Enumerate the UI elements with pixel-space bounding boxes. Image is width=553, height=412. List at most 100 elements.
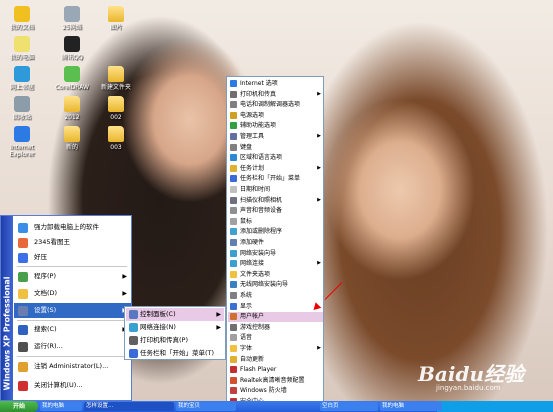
control-panel-item[interactable]: 打印机和传真 ▶ xyxy=(228,90,323,100)
control-panel-item[interactable]: 用户帐户 xyxy=(228,312,323,322)
start-menu-item[interactable]: 运行(R)... xyxy=(14,339,131,354)
settings-submenu-item[interactable]: 任务栏和「开始」菜单(T) xyxy=(126,347,224,360)
control-panel-item-icon xyxy=(230,228,237,236)
start-menu-item-icon xyxy=(18,362,28,372)
control-panel-item-label: 任务栏和「开始」菜单 xyxy=(240,175,301,183)
control-panel-item[interactable]: 电源选项 xyxy=(228,111,323,121)
control-panel-item-icon xyxy=(230,111,237,119)
settings-submenu-item[interactable]: 网络连接(N) ▶ xyxy=(126,321,224,334)
taskbar: 开始 我的电脑 怎样设置... 我的宝贝 空白页 我的电脑 xyxy=(0,401,553,412)
desktop-icon[interactable]: 003 xyxy=(96,126,136,151)
desktop-icon[interactable]: 腾讯QQ xyxy=(52,36,92,61)
control-panel-item[interactable]: Internet 选项 xyxy=(228,79,323,89)
control-panel-item[interactable]: 任务计划 ▶ xyxy=(228,164,323,174)
control-panel-item[interactable]: 无线网络安装向导 xyxy=(228,280,323,290)
control-panel-item[interactable]: 声音和音频设备 xyxy=(228,206,323,216)
taskbar-window-button[interactable]: 我的电脑 xyxy=(40,402,82,411)
start-menu-item[interactable]: 设置(S)▶ xyxy=(14,303,131,318)
desktop-icon-glyph xyxy=(64,36,80,52)
start-menu-item[interactable]: 搜索(C)▶ xyxy=(14,322,131,337)
control-panel-item-label: 打印机和传真 xyxy=(240,90,277,98)
control-panel-item[interactable]: 扫描仪和照相机 ▶ xyxy=(228,196,323,206)
settings-item-label: 网络连接(N) xyxy=(140,323,176,331)
control-panel-item[interactable]: Realtek高清晰音频配置 xyxy=(228,376,323,386)
control-panel-item[interactable]: 网络安装向导 xyxy=(228,249,323,259)
desktop-icon[interactable]: 新的 xyxy=(52,126,92,151)
submenu-arrow-icon: ▶ xyxy=(317,260,321,267)
desktop-icon[interactable]: 我的文档 xyxy=(2,6,42,31)
start-menu-item-label: 设置(S) xyxy=(34,306,57,314)
control-panel-item[interactable]: 添加硬件 xyxy=(228,238,323,248)
desktop-icon[interactable]: 网上邻居 xyxy=(2,66,42,91)
control-panel-item[interactable]: 任务栏和「开始」菜单 xyxy=(228,174,323,184)
desktop-icon-label: 腾讯QQ xyxy=(61,54,83,61)
start-menu-item[interactable]: 2345看图王 xyxy=(14,235,131,250)
control-panel-item[interactable]: 语音 xyxy=(228,333,323,343)
control-panel-item[interactable]: 键盘 xyxy=(228,143,323,153)
desktop-icon[interactable]: 2012 xyxy=(52,96,92,121)
control-panel-item[interactable]: 系统 xyxy=(228,291,323,301)
desktop-icon[interactable]: 图片 xyxy=(96,6,136,31)
start-menu-item-label: 2345看图王 xyxy=(34,238,71,246)
desktop-icon[interactable]: 回收站 xyxy=(2,96,42,121)
start-menu-item[interactable]: 好压 xyxy=(14,250,131,265)
settings-item-icon xyxy=(129,349,138,358)
menu-separator xyxy=(17,266,127,267)
control-panel-item-icon xyxy=(230,355,237,363)
control-panel-item[interactable]: 鼠标 xyxy=(228,217,323,227)
start-menu-item-icon xyxy=(18,342,28,352)
settings-item-icon xyxy=(129,336,138,345)
control-panel-item[interactable]: 游戏控制器 xyxy=(228,323,323,333)
control-panel-item[interactable]: 日期和时间 xyxy=(228,185,323,195)
start-menu-item-icon xyxy=(18,325,28,335)
control-panel-item-icon xyxy=(230,239,237,246)
taskbar-window-button[interactable]: 空白页 xyxy=(320,402,378,411)
submenu-arrow-icon: ▶ xyxy=(317,345,321,351)
desktop-icon[interactable]: CorelDRAW xyxy=(52,66,92,91)
control-panel-item-icon xyxy=(230,270,237,278)
control-panel-item-label: Flash Player xyxy=(240,366,277,374)
desktop-icon[interactable]: 25网络 xyxy=(52,6,92,31)
settings-submenu-item[interactable]: 控制面板(C) ▶ xyxy=(126,308,224,321)
control-panel-item[interactable]: 字体 ▶ xyxy=(228,344,323,354)
start-menu-item[interactable]: 注销 Administrator(L)... xyxy=(14,359,131,374)
taskbar-window-button[interactable]: 我的电脑 xyxy=(380,402,442,411)
control-panel-item[interactable]: 显示 xyxy=(228,302,323,312)
control-panel-item[interactable]: 辅助功能选项 xyxy=(228,121,323,131)
control-panel-item-icon xyxy=(230,313,237,321)
settings-submenu-item[interactable]: 打印机和传真(P) xyxy=(126,334,224,347)
control-panel-item-label: 声音和音频设备 xyxy=(240,207,283,215)
desktop-icon[interactable]: Internet Explorer xyxy=(2,126,42,158)
control-panel-item-icon xyxy=(230,90,237,98)
control-panel-item[interactable]: 区域和语言选项 xyxy=(228,153,323,163)
control-panel-item[interactable]: Flash Player xyxy=(228,365,323,375)
start-menu-item[interactable]: 强力卸载电脑上的软件 xyxy=(14,220,131,235)
start-menu-item[interactable]: 关闭计算机(U)... xyxy=(14,378,131,393)
start-menu-item[interactable]: 文档(D) ▶ xyxy=(14,286,131,301)
control-panel-item[interactable]: 管理工具 ▶ xyxy=(228,132,323,142)
control-panel-item-label: 添加硬件 xyxy=(240,239,265,246)
watermark-sub-text: jingyan.baidu.com xyxy=(436,384,501,392)
start-menu-item-label: 运行(R)... xyxy=(34,342,63,350)
desktop-icon[interactable]: 我的电脑 xyxy=(2,36,42,61)
submenu-arrow-icon: ▶ xyxy=(216,324,221,331)
desktop-icon-glyph xyxy=(14,126,30,142)
control-panel-item[interactable]: 文件夹选项 xyxy=(228,270,323,280)
control-panel-item[interactable]: 网络连接 ▶ xyxy=(228,259,323,269)
start-button[interactable]: 开始 xyxy=(0,401,38,412)
control-panel-item-label: 键盘 xyxy=(240,143,253,151)
desktop-icon-label: 002 xyxy=(110,114,122,121)
control-panel-item[interactable]: Windows 防火墙 xyxy=(228,386,323,396)
control-panel-item[interactable]: 电话和调制解调器选项 xyxy=(228,100,323,110)
taskbar-window-button[interactable]: 我的宝贝 xyxy=(176,402,236,411)
start-menu-item[interactable]: 程序(P) ▶ xyxy=(14,269,131,284)
desktop-icon[interactable]: 新建文件夹 xyxy=(96,66,136,91)
control-panel-item[interactable]: 添加或删除程序 xyxy=(228,227,323,237)
taskbar-window-button[interactable]: 怎样设置... xyxy=(84,402,174,411)
desktop-icon[interactable] xyxy=(96,36,136,54)
control-panel-item-icon xyxy=(230,154,237,162)
control-panel-item[interactable]: 自动更新 xyxy=(228,355,323,365)
control-panel-item-icon xyxy=(230,143,237,151)
desktop-icon[interactable]: 002 xyxy=(96,96,136,121)
control-panel-item-icon xyxy=(230,186,237,193)
